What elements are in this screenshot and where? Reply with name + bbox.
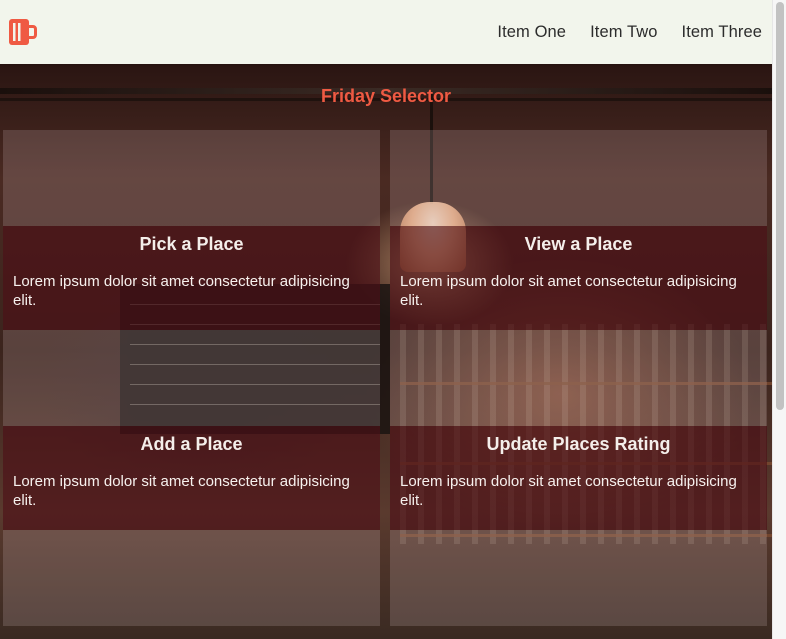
- navbar: Item One Item Two Item Three: [0, 0, 772, 64]
- nav-item-three[interactable]: Item Three: [670, 23, 762, 42]
- card-text: Lorem ipsum dolor sit amet consectetur a…: [400, 473, 737, 509]
- nav-item-one[interactable]: Item One: [485, 23, 578, 42]
- card-title[interactable]: Pick a Place: [3, 234, 380, 255]
- card-text: Lorem ipsum dolor sit amet consectetur a…: [13, 473, 350, 509]
- nav-item-two[interactable]: Item Two: [578, 23, 669, 42]
- card-image: [3, 330, 380, 426]
- card-image: [3, 530, 380, 626]
- card-title[interactable]: View a Place: [390, 234, 767, 255]
- vertical-scrollbar[interactable]: [772, 0, 786, 639]
- card-title[interactable]: Add a Place: [3, 434, 380, 455]
- card-image: [390, 130, 767, 226]
- nav-menu: Item One Item Two Item Three: [485, 23, 762, 42]
- card-text: Lorem ipsum dolor sit amet consectetur a…: [13, 273, 350, 309]
- page-title: Friday Selector: [320, 86, 452, 106]
- card-image: [3, 130, 380, 226]
- scrollbar-thumb[interactable]: [776, 2, 784, 410]
- mug-logo-icon[interactable]: [9, 18, 37, 46]
- card-image: [390, 330, 767, 426]
- card-text: Lorem ipsum dolor sit amet consectetur a…: [400, 273, 737, 309]
- card-title[interactable]: Update Places Rating: [390, 434, 767, 455]
- card-image: [390, 530, 767, 626]
